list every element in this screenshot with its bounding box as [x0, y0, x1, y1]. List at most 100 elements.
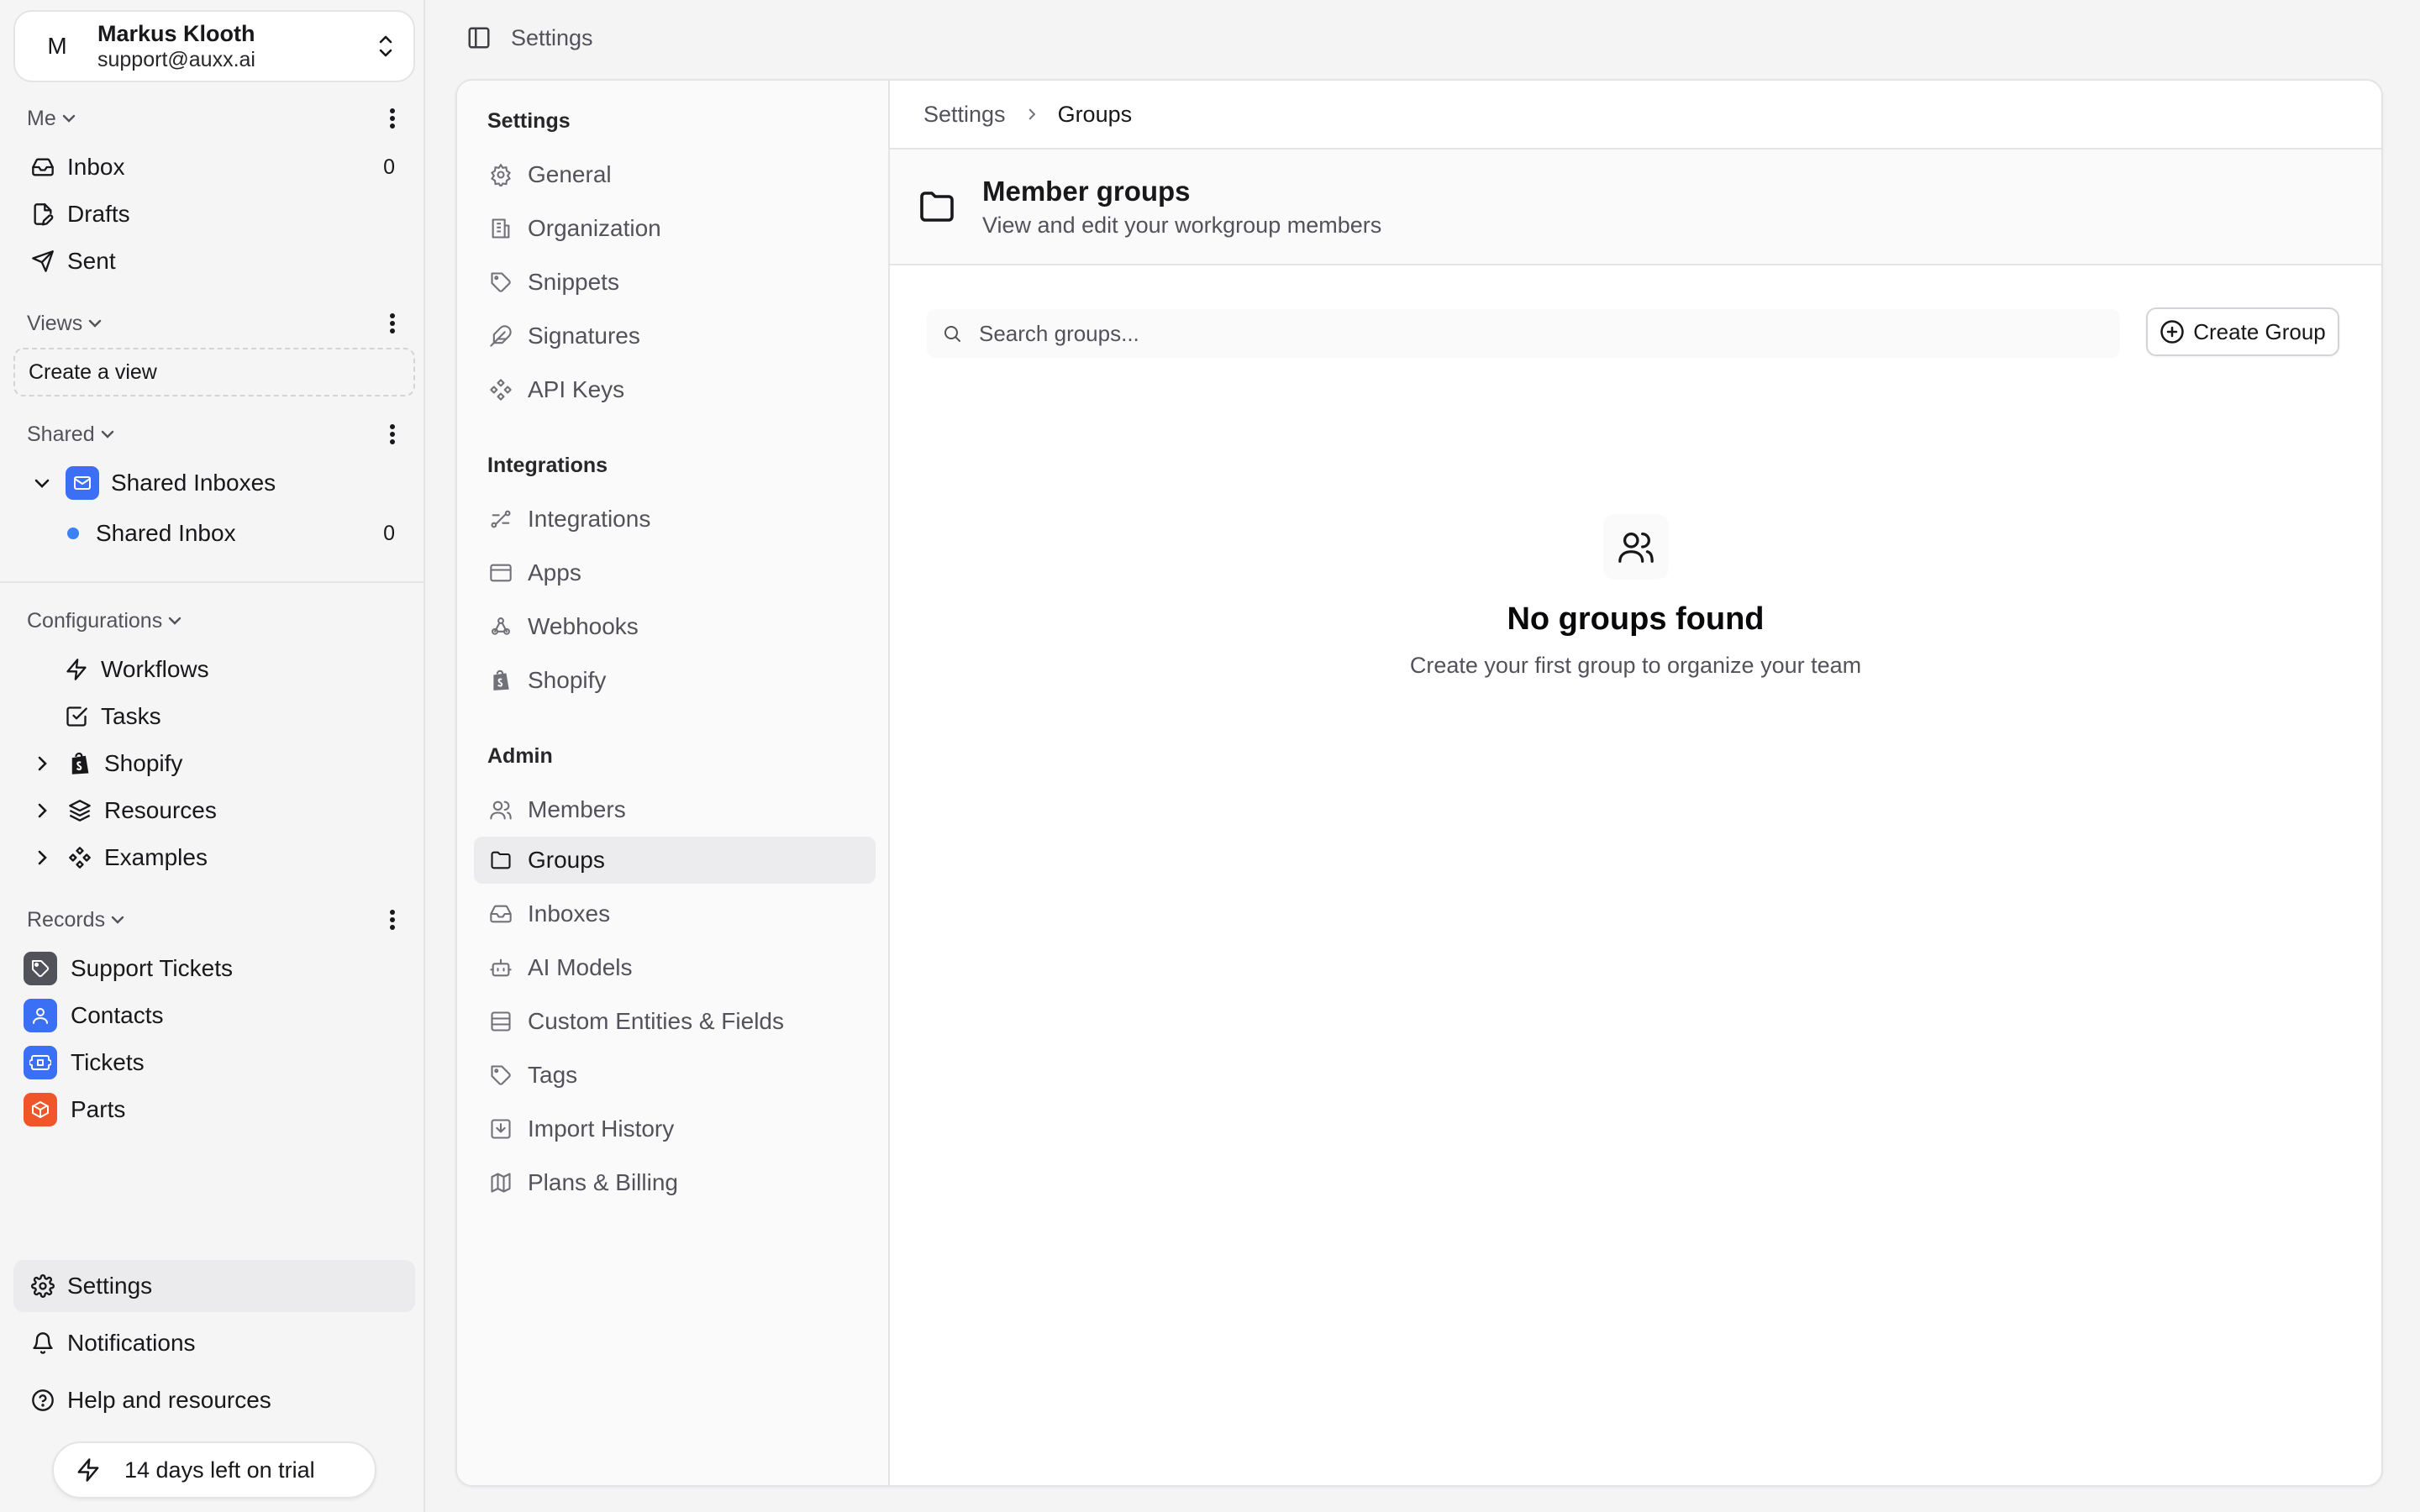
sidebar-item-settings[interactable]: Settings	[13, 1260, 415, 1312]
sidebar-item-notifications[interactable]: Notifications	[13, 1321, 415, 1365]
sidebar-item-label: Support Tickets	[71, 955, 233, 981]
sidebar-item-sent[interactable]: Sent	[13, 239, 415, 283]
sidebar-item-inbox[interactable]: Inbox 0	[13, 145, 415, 189]
settings-nav-snippets[interactable]: Snippets	[474, 259, 876, 306]
sidebar-item-label: Shared Inbox	[96, 520, 236, 546]
send-icon	[29, 247, 57, 276]
page-header: Member groups View and edit your workgro…	[890, 150, 2381, 265]
trial-badge-button[interactable]: 14 days left on trial	[52, 1441, 376, 1499]
building-icon	[487, 215, 514, 242]
user-icon	[24, 999, 57, 1032]
search-bar[interactable]	[927, 309, 2120, 358]
help-circle-icon	[29, 1386, 57, 1415]
settings-nav-groups[interactable]: Groups	[474, 837, 876, 884]
more-options-icon[interactable]	[380, 102, 405, 135]
more-options-icon[interactable]	[380, 903, 405, 937]
chevron-right-icon[interactable]	[30, 796, 54, 825]
settings-nav-custom-entities[interactable]: Custom Entities & Fields	[474, 998, 876, 1045]
section-configurations-header[interactable]: Configurations	[27, 604, 405, 638]
chevron-down-icon[interactable]	[30, 469, 54, 497]
settings-nav-apps[interactable]: Apps	[474, 549, 876, 596]
sidebar-item-shared-inboxes[interactable]: Shared Inboxes	[13, 461, 415, 505]
sidebar-item-tasks[interactable]: Tasks	[13, 695, 415, 738]
settings-nav: Settings General Organization Snippets S…	[457, 81, 890, 1485]
settings-nav-label: Signatures	[528, 323, 640, 349]
account-email: support@auxx.ai	[97, 48, 255, 72]
empty-state-title: No groups found	[1507, 601, 1765, 637]
settings-nav-label: API Keys	[528, 376, 625, 402]
settings-nav-label: Snippets	[528, 269, 619, 295]
sidebar-item-label: Shared Inboxes	[111, 470, 276, 496]
settings-nav-api-keys[interactable]: API Keys	[474, 366, 876, 413]
settings-nav-label: Plans & Billing	[528, 1169, 678, 1195]
section-me-header[interactable]: Me	[27, 102, 405, 135]
tag-icon	[487, 1062, 514, 1089]
settings-nav-label: Import History	[528, 1116, 675, 1142]
sidebar-toggle-icon[interactable]	[460, 19, 497, 56]
sidebar-item-label: Examples	[104, 844, 208, 870]
settings-nav-webhooks[interactable]: Webhooks	[474, 603, 876, 650]
search-input[interactable]	[979, 320, 2120, 347]
sidebar-item-shopify[interactable]: Shopify	[13, 742, 415, 785]
settings-nav-label: Custom Entities & Fields	[528, 1008, 784, 1034]
sidebar-item-support-tickets[interactable]: Support Tickets	[13, 947, 415, 990]
folder-icon	[487, 847, 514, 874]
account-switcher[interactable]: M Markus Klooth support@auxx.ai	[13, 10, 415, 82]
breadcrumb-current: Groups	[1057, 101, 1133, 127]
app-root: M Markus Klooth support@auxx.ai Me Inbox…	[0, 0, 2420, 1512]
settings-nav-plans-billing[interactable]: Plans & Billing	[474, 1159, 876, 1206]
feather-icon	[487, 323, 514, 349]
users-icon	[487, 796, 514, 823]
users-icon	[1602, 514, 1669, 580]
settings-nav-ai-models[interactable]: AI Models	[474, 944, 876, 991]
settings-nav-tags[interactable]: Tags	[474, 1052, 876, 1099]
sidebar-item-resources[interactable]: Resources	[13, 789, 415, 832]
gear-icon	[487, 161, 514, 188]
sidebar-item-contacts[interactable]: Contacts	[13, 994, 415, 1037]
bot-icon	[487, 954, 514, 981]
page-title: Member groups	[982, 175, 1191, 207]
section-shared-header[interactable]: Shared	[27, 417, 405, 451]
divider	[0, 581, 425, 583]
more-options-icon[interactable]	[380, 307, 405, 340]
settings-nav-label: Shopify	[528, 667, 607, 693]
sidebar-item-examples[interactable]: Examples	[13, 836, 415, 879]
create-group-button[interactable]: Create Group	[2146, 307, 2339, 356]
sidebar-item-parts[interactable]: Parts	[13, 1088, 415, 1131]
settings-nav-organization[interactable]: Organization	[474, 205, 876, 252]
sidebar-item-label: Resources	[104, 797, 217, 823]
tag-icon	[487, 269, 514, 296]
settings-nav-integrations[interactable]: Integrations	[474, 496, 876, 543]
create-view-button[interactable]: Create a view	[13, 348, 415, 396]
integrations-group-label: Integrations	[487, 454, 608, 477]
settings-nav-shopify[interactable]: Shopify	[474, 657, 876, 704]
status-dot	[67, 528, 79, 539]
sidebar-item-label: Contacts	[71, 1002, 164, 1028]
sidebar-item-workflows[interactable]: Workflows	[13, 648, 415, 691]
shopify-icon	[487, 667, 514, 694]
sidebar-item-label: Inbox	[67, 154, 125, 180]
settings-nav-import-history[interactable]: Import History	[474, 1105, 876, 1152]
section-records-header[interactable]: Records	[27, 903, 405, 937]
inbox-icon	[487, 900, 514, 927]
zap-icon	[62, 655, 91, 684]
settings-nav-inboxes[interactable]: Inboxes	[474, 890, 876, 937]
sidebar-item-help[interactable]: Help and resources	[13, 1378, 415, 1422]
empty-state: No groups found Create your first group …	[890, 514, 2381, 679]
chevron-down-icon	[62, 114, 75, 123]
settings-nav-general[interactable]: General	[474, 151, 876, 198]
chevron-right-icon[interactable]	[30, 749, 54, 778]
more-options-icon[interactable]	[380, 417, 405, 451]
sidebar-item-tickets[interactable]: Tickets	[13, 1041, 415, 1084]
settings-panel: Settings General Organization Snippets S…	[455, 79, 2383, 1487]
section-views-header[interactable]: Views	[27, 307, 405, 340]
chevron-right-icon[interactable]	[30, 843, 54, 872]
breadcrumb-settings-link[interactable]: Settings	[923, 102, 1006, 128]
settings-nav-signatures[interactable]: Signatures	[474, 312, 876, 360]
sidebar-item-drafts[interactable]: Drafts	[13, 192, 415, 236]
sidebar-item-shared-inbox[interactable]: Shared Inbox 0	[13, 512, 415, 555]
app-window-icon	[487, 559, 514, 586]
database-table-icon	[487, 1008, 514, 1035]
shopify-icon	[66, 749, 94, 778]
settings-nav-members[interactable]: Members	[474, 786, 876, 833]
